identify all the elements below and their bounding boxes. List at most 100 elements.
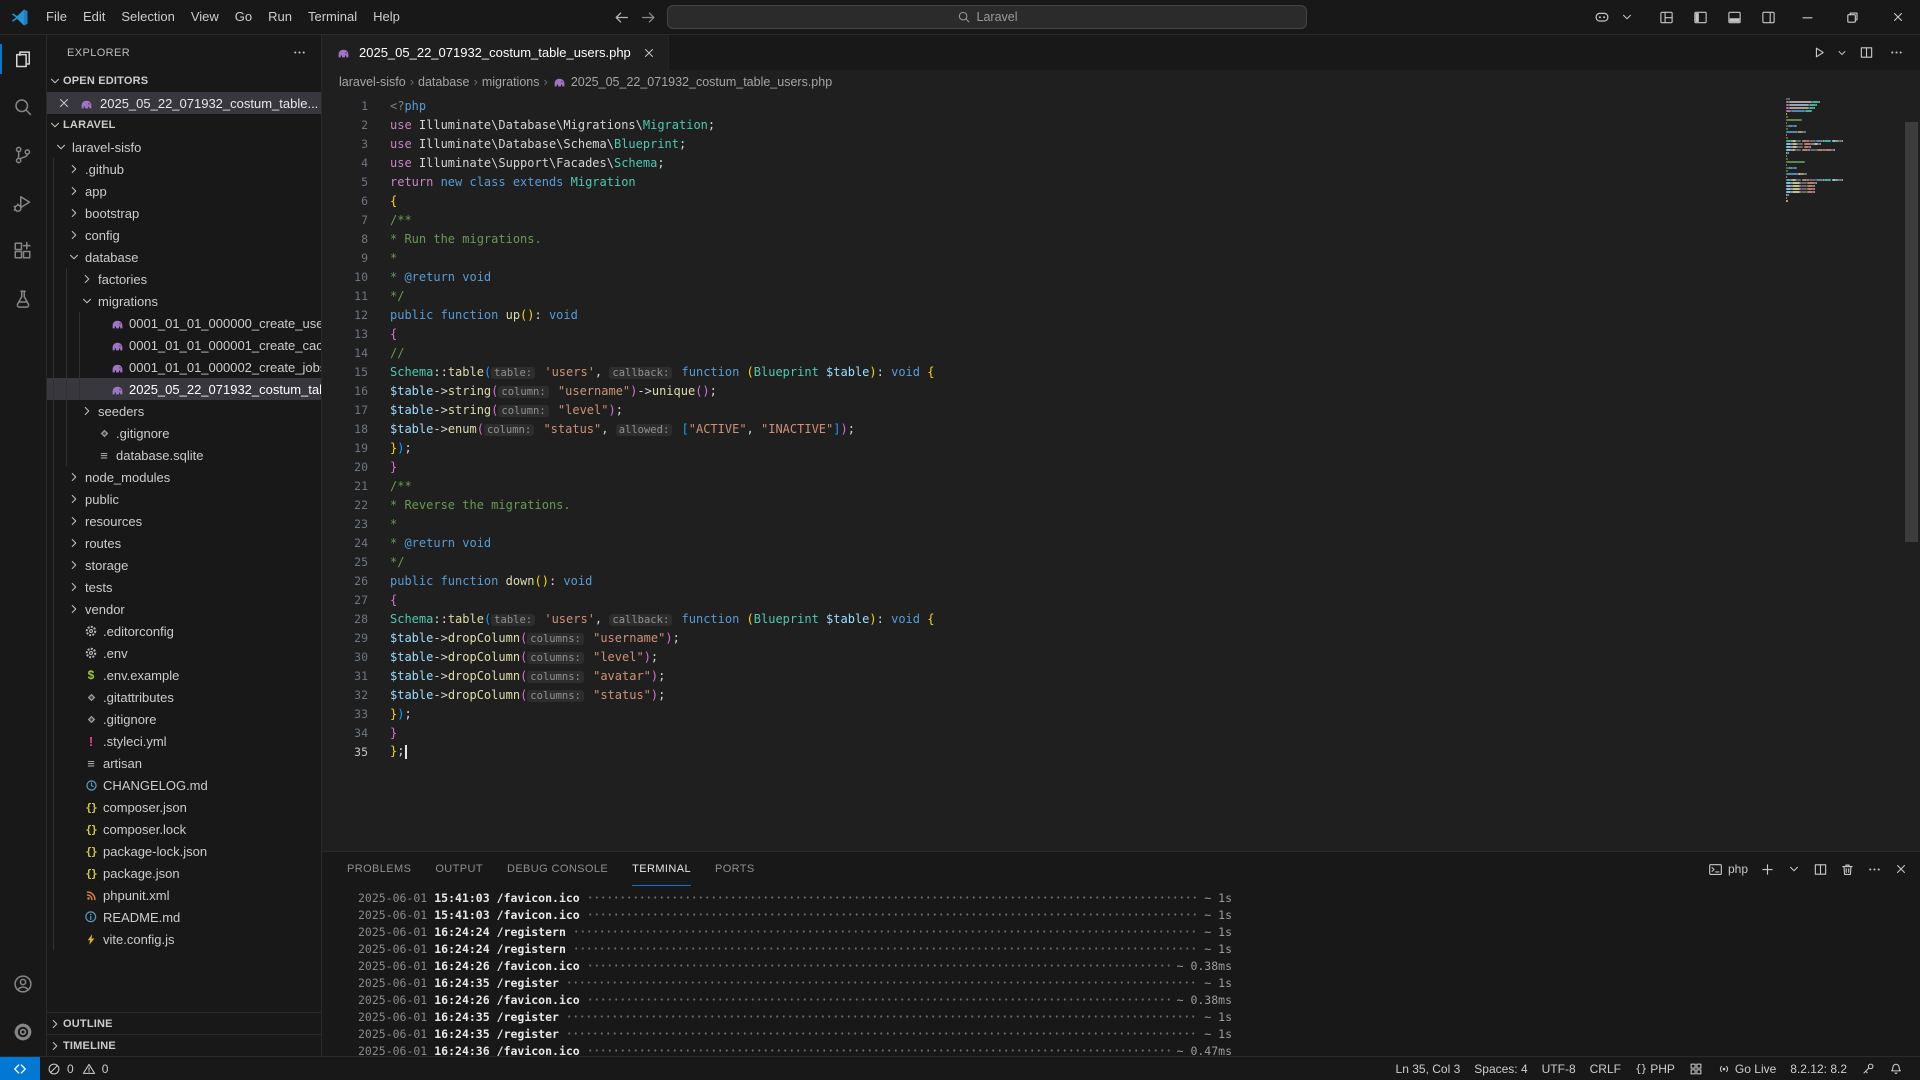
menu-item-go[interactable]: Go (227, 0, 260, 34)
file-item-0001-01-01-000002-create-jobs-ta-[interactable]: 0001_01_01_000002_create_jobs_ta... (47, 356, 321, 378)
file-item-2025-05-22-071932-costum-table-[interactable]: 2025_05_22_071932_costum_table_... (47, 378, 321, 400)
panel-tab-output[interactable]: OUTPUT (435, 852, 483, 886)
file-item-0001-01-01-000001-create-cache-t-[interactable]: 0001_01_01_000001_create_cache_t... (47, 334, 321, 356)
folder-item-vendor[interactable]: vendor (47, 598, 321, 620)
open-editor-item[interactable]: 2025_05_22_071932_costum_table... (47, 92, 321, 114)
terminal-output[interactable]: 2025-06-0115:41:03/favicon.ico~ 1s2025-0… (322, 886, 1920, 1059)
remote-indicator[interactable] (0, 1057, 40, 1080)
line-col-indicator[interactable]: Ln 35, Col 3 (1389, 1062, 1468, 1076)
language-indicator[interactable]: {}PHP (1628, 1062, 1682, 1076)
run-dropdown-icon[interactable] (1836, 46, 1848, 60)
file-item-database-sqlite[interactable]: ≡database.sqlite (47, 444, 321, 466)
command-center-search[interactable]: Laravel (667, 5, 1307, 29)
layout-icon[interactable] (1649, 0, 1683, 34)
problems-indicator[interactable]: 0 0 (40, 1057, 115, 1080)
menu-item-run[interactable]: Run (260, 0, 300, 34)
file-item-vite-config-js[interactable]: vite.config.js (47, 928, 321, 950)
folder-item-migrations[interactable]: migrations (47, 290, 321, 312)
terminal-dropdown-icon[interactable] (1787, 862, 1801, 876)
activity-testing[interactable] (0, 275, 46, 323)
panel-tab-terminal[interactable]: TERMINAL (632, 852, 691, 886)
activity-extensions[interactable] (0, 227, 46, 275)
panel-left-icon[interactable] (1683, 0, 1717, 34)
notifications[interactable] (1882, 1062, 1910, 1076)
file-item--gitignore[interactable]: .gitignore (47, 422, 321, 444)
intelephense[interactable] (1854, 1062, 1882, 1076)
file-item--editorconfig[interactable]: .editorconfig (47, 620, 321, 642)
split-editor-icon[interactable] (1854, 45, 1878, 60)
close-icon[interactable] (56, 96, 72, 110)
encoding-indicator[interactable]: UTF-8 (1535, 1062, 1583, 1076)
panel-tab-problems[interactable]: PROBLEMS (347, 852, 411, 886)
more-icon[interactable] (292, 45, 307, 60)
kill-terminal-icon[interactable] (1840, 862, 1855, 877)
panel-bottom-icon[interactable] (1717, 0, 1751, 34)
editor-scrollbar[interactable] (1905, 122, 1918, 542)
back-arrow-icon[interactable] (613, 9, 630, 26)
editor-tab[interactable]: 2025_05_22_071932_costum_table_users.php (322, 35, 669, 70)
activity-source-control[interactable] (0, 131, 46, 179)
open-editors-section[interactable]: OPEN EDITORS (47, 70, 321, 92)
activity-account[interactable] (0, 960, 46, 1008)
more-actions-icon[interactable] (1867, 862, 1882, 877)
file-item-readme-md[interactable]: README.md (47, 906, 321, 928)
folder-item-app[interactable]: app (47, 180, 321, 202)
folder-item-database[interactable]: database (47, 246, 321, 268)
folder-item-bootstrap[interactable]: bootstrap (47, 202, 321, 224)
breadcrumb-item[interactable]: migrations (482, 75, 540, 89)
folder-item-factories[interactable]: factories (47, 268, 321, 290)
section-timeline[interactable]: TIMELINE (47, 1034, 321, 1056)
activity-settings[interactable] (0, 1008, 46, 1056)
file-item--env[interactable]: .env (47, 642, 321, 664)
menu-item-selection[interactable]: Selection (113, 0, 182, 34)
close-panel-icon[interactable] (1894, 862, 1908, 876)
folder-item-tests[interactable]: tests (47, 576, 321, 598)
chev-down-icon[interactable] (1619, 0, 1635, 34)
new-terminal-icon[interactable] (1760, 862, 1775, 877)
menu-item-help[interactable]: Help (365, 0, 408, 34)
menu-item-edit[interactable]: Edit (75, 0, 113, 34)
panel-right-icon[interactable] (1751, 0, 1785, 34)
file-item-changelog-md[interactable]: CHANGELOG.md (47, 774, 321, 796)
ports-indicator[interactable] (1682, 1062, 1710, 1076)
file-item-composer-lock[interactable]: {}composer.lock (47, 818, 321, 840)
activity-search[interactable] (0, 83, 46, 131)
menu-item-terminal[interactable]: Terminal (300, 0, 365, 34)
file-item--styleci-yml[interactable]: !.styleci.yml (47, 730, 321, 752)
folder-item--github[interactable]: .github (47, 158, 321, 180)
breadcrumb-item[interactable]: laravel-sisfo (339, 75, 406, 89)
file-item-artisan[interactable]: ≡artisan (47, 752, 321, 774)
restore-button[interactable] (1830, 0, 1875, 34)
project-section[interactable]: LARAVEL (47, 114, 321, 136)
php-version[interactable]: 8.2.12: 8.2 (1783, 1062, 1854, 1076)
more-actions-icon[interactable] (1884, 45, 1908, 60)
run-php-file-icon[interactable] (1806, 45, 1830, 60)
folder-item-laravel-sisfo[interactable]: laravel-sisfo (47, 136, 321, 158)
close-window-button[interactable] (1875, 0, 1920, 34)
panel-tab-debug-console[interactable]: DEBUG CONSOLE (507, 852, 608, 886)
menu-item-file[interactable]: File (38, 0, 75, 34)
activity-explorer[interactable] (0, 35, 46, 83)
go-live[interactable]: Go Live (1710, 1062, 1783, 1076)
split-terminal-icon[interactable] (1813, 862, 1828, 877)
file-item-composer-json[interactable]: {}composer.json (47, 796, 321, 818)
file-item--env-example[interactable]: $.env.example (47, 664, 321, 686)
menu-item-view[interactable]: View (183, 0, 227, 34)
panel-tab-ports[interactable]: PORTS (715, 852, 755, 886)
folder-item-storage[interactable]: storage (47, 554, 321, 576)
folder-item-node-modules[interactable]: node_modules (47, 466, 321, 488)
file-item--gitattributes[interactable]: .gitattributes (47, 686, 321, 708)
eol-indicator[interactable]: CRLF (1583, 1062, 1628, 1076)
file-item--gitignore[interactable]: .gitignore (47, 708, 321, 730)
section-outline[interactable]: OUTLINE (47, 1012, 321, 1034)
close-tab-icon[interactable] (642, 46, 656, 60)
minimize-button[interactable] (1785, 0, 1830, 34)
minimap[interactable] (1786, 97, 1850, 202)
file-item-phpunit-xml[interactable]: phpunit.xml (47, 884, 321, 906)
folder-item-resources[interactable]: resources (47, 510, 321, 532)
folder-item-config[interactable]: config (47, 224, 321, 246)
file-item-package-json[interactable]: {}package.json (47, 862, 321, 884)
folder-item-routes[interactable]: routes (47, 532, 321, 554)
folder-item-seeders[interactable]: seeders (47, 400, 321, 422)
activity-run-debug[interactable] (0, 179, 46, 227)
